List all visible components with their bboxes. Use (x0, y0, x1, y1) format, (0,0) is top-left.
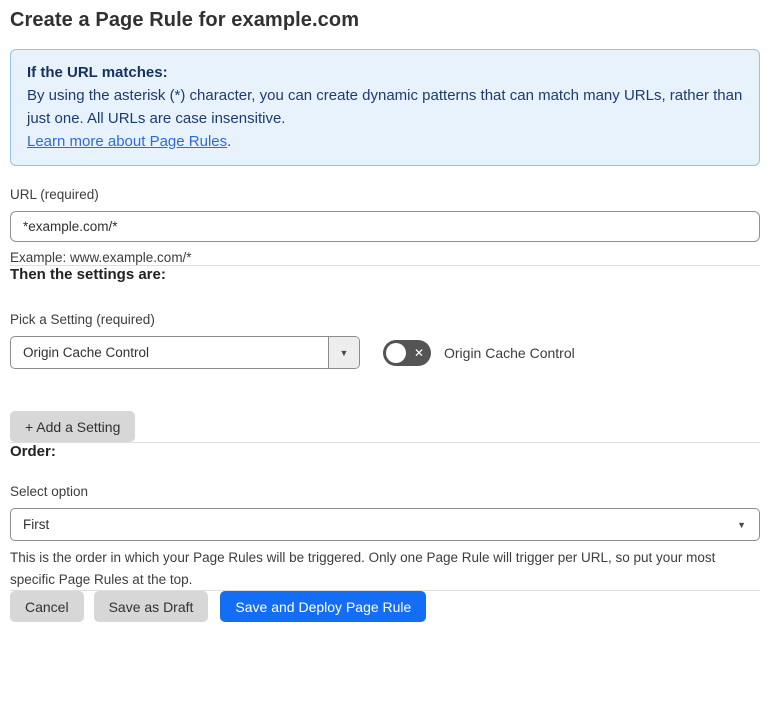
toggle-off-x-icon: ✕ (413, 345, 424, 360)
order-select-value: First (23, 517, 50, 532)
setting-row: Origin Cache Control ▼ ✕ Origin Cache Co… (10, 336, 760, 369)
origin-cache-control-toggle[interactable]: ✕ (383, 339, 431, 366)
pick-setting-label: Pick a Setting (required) (10, 312, 155, 327)
order-section-heading: Order: (10, 443, 56, 460)
save-and-deploy-button[interactable]: Save and Deploy Page Rule (220, 591, 427, 623)
settings-section-heading: Then the settings are: (10, 266, 166, 283)
cancel-button[interactable]: Cancel (10, 591, 84, 623)
info-box-heading: If the URL matches: (27, 64, 168, 81)
order-help-text: This is the order in which your Page Rul… (10, 550, 716, 587)
caret-down-icon: ▼ (737, 519, 746, 530)
save-as-draft-button[interactable]: Save as Draft (93, 591, 209, 623)
info-box-link-line: Learn more about Page Rules. (27, 130, 743, 153)
info-box-body: By using the asterisk (*) character, you… (27, 87, 743, 127)
toggle-label: Origin Cache Control (444, 344, 575, 361)
setting-dropdown[interactable]: Origin Cache Control ▼ (10, 336, 360, 369)
url-input[interactable] (10, 211, 760, 242)
order-select[interactable]: First ▼ (10, 508, 760, 541)
page-title: Create a Page Rule for example.com (10, 9, 360, 31)
footer-actions: Cancel Save as Draft Save and Deploy Pag… (10, 591, 760, 623)
setting-dropdown-value: Origin Cache Control (23, 345, 150, 360)
url-match-info-box: If the URL matches: By using the asteris… (10, 49, 760, 166)
add-setting-button[interactable]: + Add a Setting (10, 411, 136, 442)
toggle-knob (386, 342, 406, 363)
url-field-label: URL (required) (10, 187, 99, 202)
order-select-label: Select option (10, 484, 89, 499)
url-example-text: Example: www.example.com/* (10, 250, 192, 265)
caret-down-icon[interactable]: ▼ (328, 337, 359, 368)
link-period: . (227, 133, 232, 150)
learn-more-link[interactable]: Learn more about Page Rules (27, 133, 227, 150)
page-rule-form: Create a Page Rule for example.com If th… (0, 0, 770, 623)
